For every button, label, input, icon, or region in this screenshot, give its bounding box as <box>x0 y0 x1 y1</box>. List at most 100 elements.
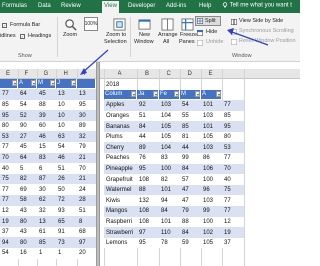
filter-dropdown-button[interactable] <box>131 91 136 97</box>
table-cell[interactable]: Watermel <box>106 185 136 195</box>
table-cell[interactable]: 68 <box>79 227 95 237</box>
table-cell[interactable]: 81 <box>182 132 200 142</box>
table-header-cell[interactable]: A <box>201 90 222 99</box>
zoom-icon[interactable] <box>63 17 77 31</box>
table-cell[interactable]: 87 <box>39 174 55 184</box>
table-cell[interactable]: 83 <box>161 153 179 163</box>
table-cell[interactable]: 95 <box>139 164 158 174</box>
table-cell[interactable]: 13 <box>79 89 95 99</box>
table-cell[interactable]: 73 <box>58 238 76 248</box>
table-cell[interactable]: 89 <box>79 121 95 131</box>
tab-add-ins[interactable]: Add-ins <box>166 3 186 9</box>
zoom-to-selection-icon[interactable] <box>112 17 126 31</box>
table-cell[interactable]: 19 <box>2 217 17 227</box>
table-cell[interactable]: Cherry <box>106 143 136 153</box>
table-cell[interactable]: 132 <box>139 196 158 206</box>
table-cell[interactable]: 93 <box>58 206 76 216</box>
table-cell[interactable]: 101 <box>203 122 221 132</box>
table-cell[interactable]: 64 <box>20 153 36 163</box>
table-cell[interactable]: 100 <box>161 164 179 174</box>
table-cell[interactable]: 46 <box>39 132 55 142</box>
filter-dropdown-button[interactable] <box>31 80 36 86</box>
column-header[interactable]: E <box>209 69 213 79</box>
table-cell[interactable]: 26 <box>58 174 76 184</box>
table-cell[interactable]: 108 <box>139 206 158 216</box>
table-cell[interactable]: 80 <box>20 217 36 227</box>
table-cell[interactable]: 10 <box>58 100 76 110</box>
column-header[interactable]: D <box>188 69 192 79</box>
column-header[interactable]: B <box>145 69 149 79</box>
table-cell[interactable]: 101 <box>161 217 179 227</box>
table-cell[interactable]: 46 <box>58 153 76 163</box>
table-cell[interactable]: 27 <box>20 132 36 142</box>
table-cell[interactable]: 75 <box>224 185 243 195</box>
table-cell[interactable]: 85 <box>182 122 200 132</box>
table-cell[interactable]: 51 <box>58 164 76 174</box>
table-cell[interactable]: 105 <box>161 132 179 142</box>
table-cell[interactable]: 55 <box>182 111 200 121</box>
table-cell[interactable]: 91 <box>58 227 76 237</box>
table-cell[interactable]: 80 <box>224 132 243 142</box>
table-header-cell[interactable]: J <box>56 79 77 88</box>
table-cell[interactable]: 77 <box>224 206 243 216</box>
table-cell[interactable]: 13 <box>39 217 55 227</box>
table-cell[interactable]: 88 <box>39 100 55 110</box>
table-cell[interactable]: 101 <box>161 185 179 195</box>
table-cell[interactable]: 37 <box>2 227 17 237</box>
table-cell[interactable]: 61 <box>39 227 55 237</box>
table-cell[interactable]: Peaches <box>106 153 136 163</box>
column-header[interactable]: F <box>25 69 29 79</box>
table-cell[interactable]: 65 <box>58 217 76 227</box>
formula-bar-checkbox[interactable]: ✓ <box>2 23 7 28</box>
split-bar[interactable] <box>96 62 100 266</box>
table-cell[interactable]: 54 <box>58 142 76 152</box>
tab-formulas[interactable]: Formulas <box>2 3 27 9</box>
table-cell[interactable]: 106 <box>203 164 221 174</box>
table-cell[interactable]: 62 <box>39 195 55 205</box>
view-side-by-side-label[interactable]: View Side by Side <box>239 18 283 24</box>
table-cell[interactable]: 97 <box>79 238 95 248</box>
table-cell[interactable]: 10 <box>58 121 76 131</box>
table-cell[interactable]: 83 <box>39 153 55 163</box>
column-header[interactable]: G <box>44 69 49 79</box>
table-cell[interactable]: 53 <box>2 132 17 142</box>
column-header[interactable]: C <box>167 69 171 79</box>
table-cell[interactable]: 84 <box>182 228 200 238</box>
filter-dropdown-button[interactable] <box>174 91 179 97</box>
table-cell[interactable]: 32 <box>79 132 95 142</box>
table-cell[interactable]: 58 <box>20 195 36 205</box>
zoom-100-icon[interactable]: 100% <box>84 17 98 31</box>
table-cell[interactable]: Pineapple <box>106 164 136 174</box>
table-cell[interactable]: 79 <box>182 206 200 216</box>
table-cell[interactable]: 39 <box>39 111 55 121</box>
hide-label[interactable]: Hide <box>206 29 217 35</box>
table-cell[interactable]: 76 <box>139 153 158 163</box>
table-cell[interactable]: 100 <box>203 175 221 185</box>
table-cell[interactable]: 97 <box>139 228 158 238</box>
table-cell[interactable]: 51 <box>139 111 158 121</box>
table-cell[interactable]: 102 <box>203 228 221 238</box>
table-cell[interactable]: 21 <box>79 174 95 184</box>
table-cell[interactable]: 95 <box>224 122 243 132</box>
table-cell[interactable]: 13 <box>58 89 76 99</box>
table-cell[interactable]: 44 <box>182 143 200 153</box>
table-cell[interactable]: 103 <box>203 143 221 153</box>
table-cell[interactable]: 50 <box>58 185 76 195</box>
table-cell[interactable]: 92 <box>139 100 158 110</box>
filter-dropdown-button[interactable] <box>153 91 158 97</box>
column-header[interactable]: E <box>6 69 10 79</box>
table-header-cell[interactable]: M <box>180 90 201 99</box>
table-header-cell[interactable]: A <box>18 79 37 88</box>
table-cell[interactable]: 24 <box>79 185 95 195</box>
table-cell[interactable]: 15 <box>39 142 55 152</box>
table-cell[interactable]: 77 <box>224 196 243 206</box>
table-cell[interactable]: Grapefruit <box>106 175 136 185</box>
table-cell[interactable]: 75 <box>2 174 17 184</box>
table-header-cell[interactable]: Fe <box>159 90 180 99</box>
table-cell[interactable]: 53 <box>224 143 243 153</box>
table-cell[interactable]: 95 <box>2 111 17 121</box>
reset-window-label[interactable]: Reset Window Position <box>239 38 296 44</box>
table-cell[interactable]: 59 <box>182 238 200 248</box>
table-cell[interactable]: 69 <box>20 185 36 195</box>
hide-icon[interactable] <box>197 30 203 36</box>
